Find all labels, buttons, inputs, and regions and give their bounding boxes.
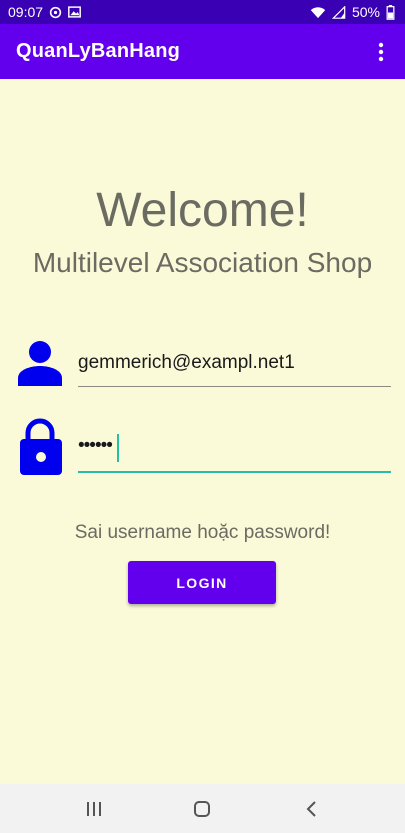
system-nav-bar	[0, 784, 405, 833]
shop-name: Multilevel Association Shop	[32, 247, 373, 278]
home-icon[interactable]	[182, 789, 222, 829]
text-cursor	[117, 434, 119, 462]
lock-icon	[18, 417, 66, 477]
wifi-icon	[310, 6, 326, 19]
app-bar: QuanLyBanHang	[0, 24, 405, 79]
person-icon	[18, 340, 66, 388]
welcome-heading: Welcome!	[96, 184, 309, 237]
app-title: QuanLyBanHang	[16, 40, 181, 62]
username-field[interactable]	[78, 343, 391, 387]
login-button[interactable]: LOGIN	[128, 561, 276, 604]
status-bar: 09:07 50%	[0, 0, 405, 24]
login-screen: Welcome! Multilevel Association Shop gem…	[0, 79, 405, 784]
back-icon[interactable]	[291, 789, 331, 829]
image-icon	[68, 6, 81, 18]
sync-icon	[49, 6, 62, 19]
status-right: 50%	[310, 4, 395, 20]
recent-apps-icon[interactable]	[74, 789, 114, 829]
battery-percent: 50%	[351, 4, 380, 20]
signal-icon	[331, 5, 346, 19]
status-left: 09:07	[8, 4, 81, 20]
password-field[interactable]	[78, 429, 391, 473]
status-time: 09:07	[8, 4, 44, 20]
error-message: Sai username hoặc password!	[74, 522, 331, 543]
more-vert-icon[interactable]	[369, 32, 393, 72]
battery-icon	[386, 4, 395, 20]
